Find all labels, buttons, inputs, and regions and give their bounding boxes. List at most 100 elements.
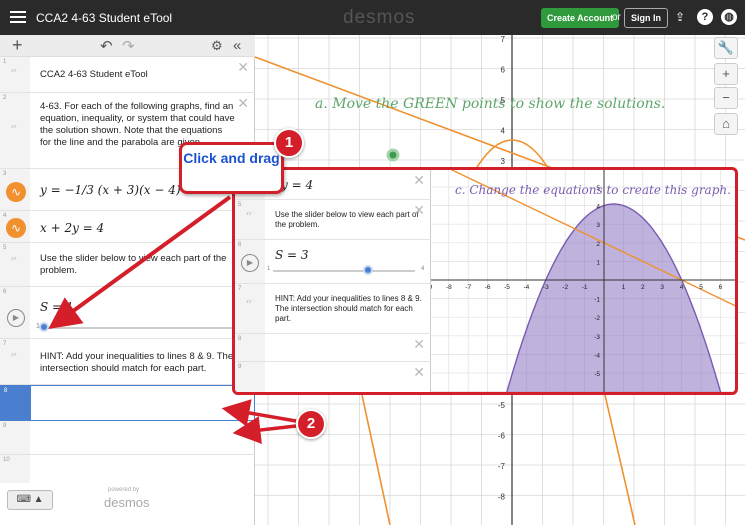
- note-text: Use the slider below to view each part o…: [40, 253, 227, 276]
- create-account-button[interactable]: Create Account: [541, 8, 620, 28]
- inset-list-item: 7 “ HINT: Add your inequalities to lines …: [235, 284, 431, 334]
- collapse-list-icon[interactable]: «: [233, 37, 241, 54]
- inset-math: y = 4: [281, 178, 314, 192]
- slider-knob[interactable]: [39, 322, 49, 332]
- delete-icon: ✕: [413, 202, 425, 218]
- inset-x-tick-label: -9: [431, 284, 433, 291]
- settings-gear-icon[interactable]: ⚙: [211, 38, 223, 54]
- y-tick-label: 4: [501, 127, 506, 136]
- inset-x-tick-label: -5: [504, 284, 510, 291]
- or-label: or: [612, 12, 621, 23]
- note-icon: “: [10, 351, 18, 367]
- list-item-slider[interactable]: 6 ▶ S = 1 1: [0, 287, 255, 339]
- undo-icon[interactable]: ↶: [100, 37, 113, 55]
- note-text: CCA2 4-63 Student eTool: [40, 69, 148, 80]
- slider-track[interactable]: [44, 327, 244, 329]
- y-tick-label: -8: [498, 493, 506, 502]
- sign-in-button[interactable]: Sign In: [624, 8, 668, 28]
- powered-by-label: powered by: [108, 487, 140, 493]
- solution-region: [506, 203, 722, 392]
- inset-x-tick-label: 4: [680, 284, 684, 291]
- inset-x-tick-label: 3: [660, 284, 664, 291]
- step-badge-1: 1: [274, 128, 304, 158]
- wrench-icon[interactable]: 🔧: [714, 37, 738, 59]
- list-item-empty[interactable]: 9: [0, 421, 255, 455]
- inset-list-item: 8 ✕: [235, 334, 431, 362]
- expression-math[interactable]: y = −1/3 (x + 3)(x − 4): [40, 183, 181, 197]
- add-icon[interactable]: +: [12, 35, 23, 56]
- inset-x-tick-label: -6: [485, 284, 491, 291]
- graph-tools: 🔧 + − ⌂: [714, 37, 740, 137]
- inset-list-item: 5 “ Use the slider below to view each par…: [235, 200, 431, 240]
- delete-icon[interactable]: ✕: [237, 95, 249, 112]
- delete-icon: ✕: [413, 336, 425, 352]
- y-tick-label: 6: [501, 66, 506, 75]
- expression-toolbar: + ↶ ↷ ⚙ «: [0, 35, 255, 57]
- redo-icon[interactable]: ↷: [122, 37, 135, 55]
- inset-x-tick-label: 1: [622, 284, 626, 291]
- inset-expression-list: 4 y = 4 ✕ 5“ Use the slider below to vie…: [235, 170, 431, 392]
- inset-y-tick-label: 3: [596, 222, 600, 229]
- play-icon: ▶: [241, 254, 259, 272]
- delete-icon: ✕: [413, 364, 425, 380]
- curve-style-icon[interactable]: ∿: [6, 182, 26, 202]
- inset-y-tick-label: -1: [594, 297, 600, 304]
- list-item-empty-active[interactable]: 8: [0, 385, 255, 421]
- powered-by-logo: desmos: [104, 495, 150, 510]
- inset-y-tick-label: -4: [594, 352, 600, 359]
- note-icon: “: [10, 123, 18, 139]
- inset-note-text: HINT: Add your inequalities to lines 8 &…: [275, 294, 422, 323]
- inset-caption: c. Change the equations to create this g…: [455, 183, 731, 197]
- zoom-out-button[interactable]: −: [714, 87, 738, 109]
- expression-list: + ↶ ↷ ⚙ « 1 “ CCA2 4-63 Student eTool ✕ 2…: [0, 35, 255, 525]
- y-tick-label: 5: [501, 96, 506, 105]
- slider-variable[interactable]: S = 1: [40, 300, 74, 314]
- step-badge-2: 2: [296, 409, 326, 439]
- y-tick-label: 7: [501, 35, 506, 44]
- click-and-drag-callout: Click and drag: [179, 142, 284, 194]
- inset-x-tick-label: -3: [543, 284, 549, 291]
- desmos-logo: desmos: [343, 7, 416, 28]
- share-icon[interactable]: ⇪: [672, 9, 688, 25]
- list-item-note[interactable]: 5 “ Use the slider below to view each par…: [0, 243, 255, 287]
- menu-icon[interactable]: [10, 8, 26, 26]
- inset-slider-track: [273, 270, 415, 272]
- home-icon[interactable]: ⌂: [714, 113, 738, 135]
- delete-icon: ✕: [413, 172, 425, 188]
- y-tick-label: -7: [498, 462, 506, 471]
- inset-slider-knob: [362, 265, 373, 275]
- inset-example: 4 y = 4 ✕ 5“ Use the slider below to vie…: [232, 167, 738, 395]
- inset-y-tick-label: 4: [596, 204, 600, 211]
- note-icon: “: [10, 255, 18, 271]
- note-text: HINT: Add your inequalities to lines 8 &…: [40, 351, 234, 374]
- graph-title: CCA2 4-63 Student eTool: [36, 11, 173, 25]
- expression-math[interactable]: x + 2y = 4: [40, 221, 104, 235]
- curve-style-icon[interactable]: ∿: [6, 218, 26, 238]
- list-item-note[interactable]: 1 “ CCA2 4-63 Student eTool ✕: [0, 57, 255, 93]
- keyboard-toggle-button[interactable]: ⌨ ▲: [7, 490, 53, 510]
- globe-icon[interactable]: ◍: [721, 9, 737, 25]
- play-icon[interactable]: ▶: [7, 309, 25, 327]
- top-bar: CCA2 4-63 Student eTool desmos Create Ac…: [0, 0, 745, 35]
- list-item-note[interactable]: 7 “ HINT: Add your inequalities to lines …: [0, 339, 255, 385]
- help-icon[interactable]: ?: [697, 9, 713, 25]
- parabola-right-branch: [604, 394, 636, 525]
- list-item-expression[interactable]: 4 ∿ x + 2y = 4: [0, 211, 255, 243]
- inset-y-tick-label: 2: [596, 241, 600, 248]
- inset-note-text: Use the slider below to view each part o…: [275, 210, 419, 229]
- note-icon: “: [10, 67, 18, 83]
- inset-list-item: 6 ▶ S = 3 1 4: [235, 240, 431, 284]
- inset-y-tick-label: -3: [594, 334, 600, 341]
- inset-x-tick-label: 5: [699, 284, 703, 291]
- delete-icon[interactable]: ✕: [237, 59, 249, 76]
- zoom-in-button[interactable]: +: [714, 63, 738, 85]
- parabola-left-branch: [361, 394, 391, 525]
- inset-x-tick-label: -8: [446, 284, 452, 291]
- green-movable-point[interactable]: [386, 148, 400, 162]
- inset-y-tick-label: -5: [594, 371, 600, 378]
- inset-x-tick-label: 6: [719, 284, 723, 291]
- y-tick-label: -6: [498, 432, 506, 441]
- inset-x-tick-label: -4: [524, 284, 530, 291]
- inset-slider-variable: S = 3: [275, 248, 309, 262]
- list-item-empty[interactable]: 10: [0, 455, 255, 483]
